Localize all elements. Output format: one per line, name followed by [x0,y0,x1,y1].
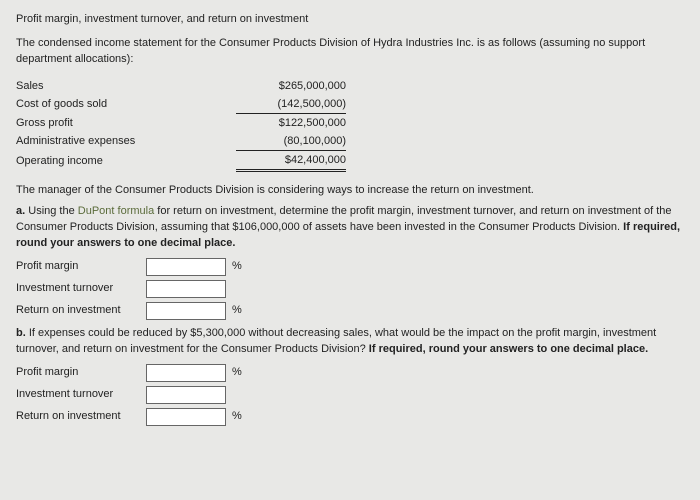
income-row-label: Administrative expenses [16,134,236,150]
manager-line: The manager of the Consumer Products Div… [16,183,684,199]
part-a-answer-label: Investment turnover [16,281,146,297]
part-b-answer-input[interactable] [146,386,226,404]
income-row: Administrative expenses(80,100,000) [16,133,684,152]
income-row-value: $42,400,000 [236,153,346,172]
part-b-answer-unit: % [232,365,242,381]
part-a-letter: a. [16,205,25,217]
part-a-answer-row: Profit margin% [16,258,684,276]
income-row-label: Operating income [16,154,236,170]
part-b-answer-label: Profit margin [16,365,146,381]
income-row-value: $122,500,000 [236,116,346,132]
income-row-label: Cost of goods sold [16,97,236,113]
part-a-answer-input[interactable] [146,258,226,276]
income-statement: Sales$265,000,000Cost of goods sold(142,… [16,78,684,173]
part-b-answer-input[interactable] [146,408,226,426]
part-b-answer-unit: % [232,409,242,425]
income-row-label: Gross profit [16,116,236,132]
income-row: Operating income$42,400,000 [16,152,684,173]
part-b-answer-label: Return on investment [16,409,146,425]
income-row-label: Sales [16,79,236,95]
part-b-letter: b. [16,327,26,339]
part-b-answer-row: Return on investment% [16,408,684,426]
part-a-answer-unit: % [232,303,242,319]
part-b-question: b. If expenses could be reduced by $5,30… [16,326,684,358]
part-b-answer-row: Investment turnover [16,386,684,404]
part-a-answer-label: Return on investment [16,303,146,319]
part-b-answer-row: Profit margin% [16,364,684,382]
income-row-value: (142,500,000) [236,97,346,114]
intro-paragraph: The condensed income statement for the C… [16,36,684,68]
part-a-answer-row: Return on investment% [16,302,684,320]
part-a-answer-input[interactable] [146,280,226,298]
income-row: Sales$265,000,000 [16,78,684,96]
part-b-answer-input[interactable] [146,364,226,382]
dupont-link: DuPont formula [78,205,154,217]
part-a-text-1: Using the [28,205,78,217]
part-b-answer-label: Investment turnover [16,387,146,403]
part-a-answer-input[interactable] [146,302,226,320]
part-a-answer-row: Investment turnover [16,280,684,298]
page-title: Profit margin, investment turnover, and … [16,12,684,28]
part-a-question: a. Using the DuPont formula for return o… [16,204,684,252]
income-row-value: (80,100,000) [236,134,346,151]
income-row: Gross profit$122,500,000 [16,115,684,133]
part-a-answer-unit: % [232,259,242,275]
income-row: Cost of goods sold(142,500,000) [16,96,684,115]
part-a-answer-label: Profit margin [16,259,146,275]
income-row-value: $265,000,000 [236,79,346,95]
part-b-bold: If required, round your answers to one d… [369,343,648,355]
